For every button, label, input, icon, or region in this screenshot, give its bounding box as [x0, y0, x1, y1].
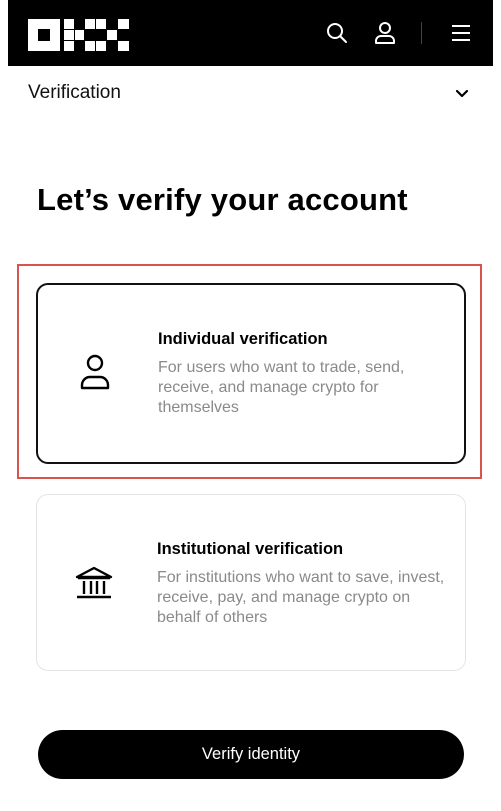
- top-navbar: [8, 0, 493, 66]
- search-icon[interactable]: [324, 20, 350, 46]
- verify-identity-button[interactable]: Verify identity: [38, 730, 464, 779]
- institutional-verification-title: Institutional verification: [157, 540, 344, 558]
- institutional-verification-description: For institutions who want to save, inves…: [157, 569, 445, 626]
- user-icon[interactable]: [372, 20, 398, 46]
- chevron-down-icon[interactable]: [454, 86, 470, 102]
- menu-icon[interactable]: [448, 20, 474, 46]
- verification-dropdown[interactable]: Verification: [0, 66, 501, 122]
- nav-divider: [421, 22, 422, 44]
- person-icon: [80, 354, 110, 390]
- individual-verification-description: For users who want to trade, send, recei…: [158, 359, 405, 416]
- page-title: Let’s verify your account: [37, 182, 408, 217]
- institutional-verification-card[interactable]: Institutional verification For instituti…: [36, 494, 466, 671]
- okx-logo[interactable]: [28, 19, 129, 51]
- verification-label: Verification: [28, 82, 121, 103]
- bank-icon: [75, 566, 113, 599]
- individual-verification-card[interactable]: Individual verification For users who wa…: [36, 283, 466, 464]
- individual-verification-title: Individual verification: [158, 330, 328, 348]
